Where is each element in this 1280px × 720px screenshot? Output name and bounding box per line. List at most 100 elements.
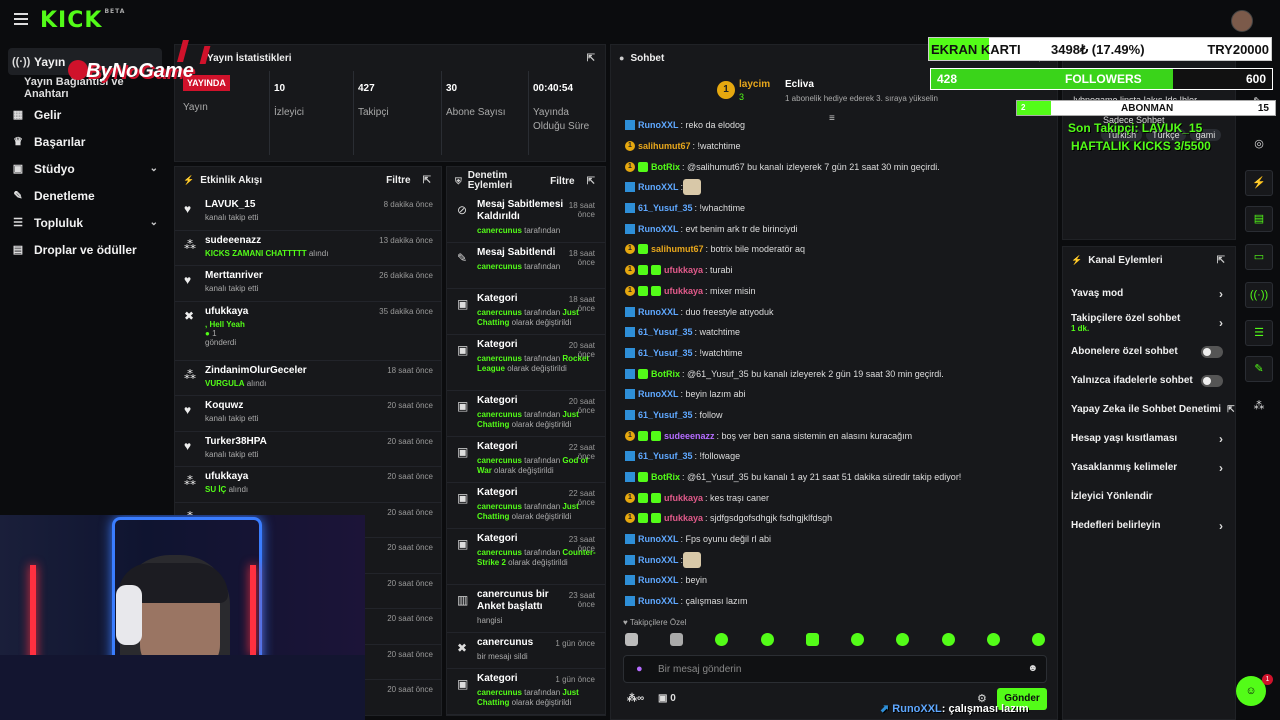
moderation-item[interactable]: ▣ Kategori canercunus tarafından Just Ch… — [447, 483, 605, 529]
chat-input[interactable]: ● Bir mesaj gönderin ☻ — [623, 655, 1047, 683]
chat-username[interactable]: RunoXXL — [638, 389, 679, 399]
avatar[interactable] — [1231, 10, 1253, 32]
chat-username[interactable]: 61_Yusuf_35 — [638, 327, 693, 337]
channel-action-8[interactable]: Hedefleri belirleyin › — [1063, 511, 1235, 540]
wrench-icon[interactable]: ✎ — [1245, 356, 1273, 382]
moderation-item[interactable]: ▣ Kategori canercunus tarafından Counter… — [447, 529, 605, 585]
chat-username[interactable]: BotRix — [651, 162, 680, 172]
emote-icon[interactable] — [896, 633, 910, 646]
emote-icon[interactable] — [986, 633, 1000, 646]
emote-icon[interactable] — [1031, 633, 1045, 646]
chat-message[interactable]: BotRix: @61_Yusuf_35 bu kanalı 1 ay 21 s… — [611, 467, 1051, 488]
chat-message[interactable]: RunoXXL: — [611, 549, 1051, 570]
chat-message[interactable]: 1 salihumut67: botrix bile moderatör aq — [611, 239, 1051, 260]
activity-item[interactable]: ⁂ ufukkaya SU İÇ alındı 20 saat önce — [175, 467, 441, 503]
chat-message[interactable]: 1 ufukkaya: turabi — [611, 260, 1051, 281]
chat-username[interactable]: 61_Yusuf_35 — [638, 410, 693, 420]
chat-username[interactable]: sudeeenazz — [664, 431, 715, 441]
chat-message[interactable]: RunoXXL: Fps oyunu değil rl abi — [611, 529, 1051, 550]
filter-button[interactable]: Filtre — [550, 176, 574, 187]
chat-username[interactable]: salihumut67 — [651, 244, 704, 254]
kick-logo[interactable]: KICK BETA — [40, 8, 125, 33]
emote-icon[interactable] — [941, 633, 955, 646]
toggle-switch[interactable] — [1201, 374, 1223, 387]
toggle-switch[interactable] — [1201, 345, 1223, 358]
moderation-item[interactable]: ▥ canercunus bir Anket başlattı hangisi … — [447, 585, 605, 633]
moderation-item[interactable]: ▣ Kategori canercunus tarafından God of … — [447, 437, 605, 483]
activity-item[interactable]: ⁂ sudeeenazz KICKS ZAMANI CHATTTTT alınd… — [175, 231, 441, 266]
chat-message[interactable]: BotRix: @61_Yusuf_35 bu kanalı izleyerek… — [611, 363, 1051, 384]
chat-username[interactable]: ufukkaya — [664, 493, 703, 503]
channel-action-0[interactable]: Yavaş mod › — [1063, 279, 1235, 308]
channel-action-5[interactable]: Hesap yaşı kısıtlaması › — [1063, 424, 1235, 453]
chat-username[interactable]: 61_Yusuf_35 — [638, 348, 693, 358]
sidebar-item-achievements[interactable]: ♛ Başarılar — [0, 128, 170, 155]
emote-icon[interactable] — [715, 633, 729, 646]
popout-icon[interactable]: ⇱ — [423, 175, 431, 186]
popout-icon[interactable]: ⇱ — [1217, 255, 1225, 266]
emote-icon[interactable] — [760, 633, 774, 646]
chat-icon[interactable]: ▭ — [1245, 244, 1273, 270]
popout-icon[interactable]: ⇱ — [587, 53, 595, 64]
chat-message[interactable]: RunoXXL: duo freestyle atıyoduk — [611, 301, 1051, 322]
moderation-item[interactable]: ▣ Kategori canercunus tarafından Just Ch… — [447, 669, 605, 715]
channel-action-3[interactable]: Yalnızca ifadelerle sohbet — [1063, 366, 1235, 395]
chat-username[interactable]: RunoXXL — [638, 224, 679, 234]
chat-message[interactable]: 61_Yusuf_35: !followage — [611, 446, 1051, 467]
activity-item[interactable]: ♥ Turker38HPA kanalı takip etti 20 saat … — [175, 432, 441, 467]
sidebar-item-community[interactable]: ☰ Topluluk ⌄ — [0, 209, 170, 236]
channel-action-7[interactable]: İzleyici Yönlendir — [1063, 482, 1235, 511]
chat-message[interactable]: RunoXXL: çalışması lazım — [611, 591, 1051, 612]
activity-item[interactable]: ♥ LAVUK_15 kanalı takip etti 8 dakika ön… — [175, 195, 441, 231]
chat-message[interactable]: RunoXXL: reko da elodog — [611, 115, 1051, 136]
emoji-icon[interactable]: ☻ — [1027, 663, 1038, 674]
chat-username[interactable]: RunoXXL — [638, 575, 679, 585]
moderation-item[interactable]: ▣ Kategori canercunus tarafından Rocket … — [447, 335, 605, 391]
chat-message[interactable]: 1 ufukkaya: mixer misin — [611, 281, 1051, 302]
chat-message[interactable]: 61_Yusuf_35: watchtime — [611, 322, 1051, 343]
channel-action-6[interactable]: Yasaklanmış kelimeler › — [1063, 453, 1235, 482]
menu-icon[interactable] — [14, 13, 28, 25]
emote-icon[interactable] — [851, 633, 865, 646]
sidebar-item-moderation[interactable]: ✎ Denetleme — [0, 182, 170, 209]
filter-button[interactable]: Filtre — [386, 175, 410, 186]
chat-message[interactable]: 61_Yusuf_35: follow — [611, 405, 1051, 426]
emote-icon[interactable] — [805, 633, 819, 646]
chat-message[interactable]: 1 sudeeenazz: boş ver ben sana sistemin e… — [611, 425, 1051, 446]
chat-message[interactable]: RunoXXL: evt benim ark tr de birinciydi — [611, 218, 1051, 239]
activity-item[interactable]: ♥ Merttanriver kanalı takip etti 26 daki… — [175, 266, 441, 302]
moderation-item[interactable]: ⊘ Mesaj Sabitlemesi Kaldırıldı canercunu… — [447, 195, 605, 243]
activity-item[interactable]: ♥ Koquwz kanalı takip etti 20 saat önce — [175, 396, 441, 432]
chat-message[interactable]: 1 BotRix: @salihumut67 bu kanalı izleyere… — [611, 156, 1051, 177]
chat-username[interactable]: ufukkaya — [664, 513, 703, 523]
moderation-item[interactable]: ▣ Kategori canercunus tarafından Just Ch… — [447, 391, 605, 437]
chat-username[interactable]: salihumut67 — [638, 141, 691, 151]
emote-icon[interactable] — [625, 633, 638, 646]
chat-message[interactable]: 61_Yusuf_35: !watchtime — [611, 343, 1051, 364]
chat-username[interactable]: 61_Yusuf_35 — [638, 203, 693, 213]
sidebar-item-studio[interactable]: ▣ Stüdyo ⌄ — [0, 155, 170, 182]
broadcast-icon[interactable]: ((·)) — [1245, 282, 1273, 308]
chat-message[interactable]: RunoXXL: beyin lazım abi — [611, 384, 1051, 405]
chat-message[interactable]: 1 ufukkaya: kes traşı caner — [611, 487, 1051, 508]
sidebar-item-drops[interactable]: ▤ Droplar ve ödüller — [0, 236, 170, 263]
chat-message[interactable]: RunoXXL: — [611, 177, 1051, 198]
chat-message[interactable]: 1 salihumut67: !watchtime — [611, 136, 1051, 157]
chat-username[interactable]: RunoXXL — [638, 534, 679, 544]
activity-item[interactable]: ✖ ufukkaya , Hell Yeah ● 1 gönderdi 35 dak… — [175, 302, 441, 361]
chat-message[interactable]: RunoXXL: beyin — [611, 570, 1051, 591]
chat-username[interactable]: BotRix — [651, 472, 680, 482]
chat-username[interactable]: RunoXXL — [638, 182, 679, 192]
list-icon[interactable]: ☰ — [1245, 320, 1273, 346]
points-display[interactable]: ⁂∞ ▣ 0 — [627, 693, 676, 704]
camera-icon[interactable]: ◎ — [1245, 132, 1273, 158]
notes-icon[interactable]: ▤ — [1245, 206, 1273, 232]
mic-icon[interactable]: ● — [636, 663, 643, 675]
chat-username[interactable]: RunoXXL — [638, 307, 679, 317]
chat-username[interactable]: RunoXXL — [638, 555, 679, 565]
channel-action-1[interactable]: Takipçilere özel sohbet 1 dk. › — [1063, 308, 1235, 337]
bolt-icon[interactable]: ⚡ — [1245, 170, 1273, 196]
moderation-item[interactable]: ▣ Kategori canercunus tarafından Just Ch… — [447, 289, 605, 335]
community-icon[interactable]: ⁂ — [1245, 394, 1273, 420]
chat-username[interactable]: ufukkaya — [664, 286, 703, 296]
